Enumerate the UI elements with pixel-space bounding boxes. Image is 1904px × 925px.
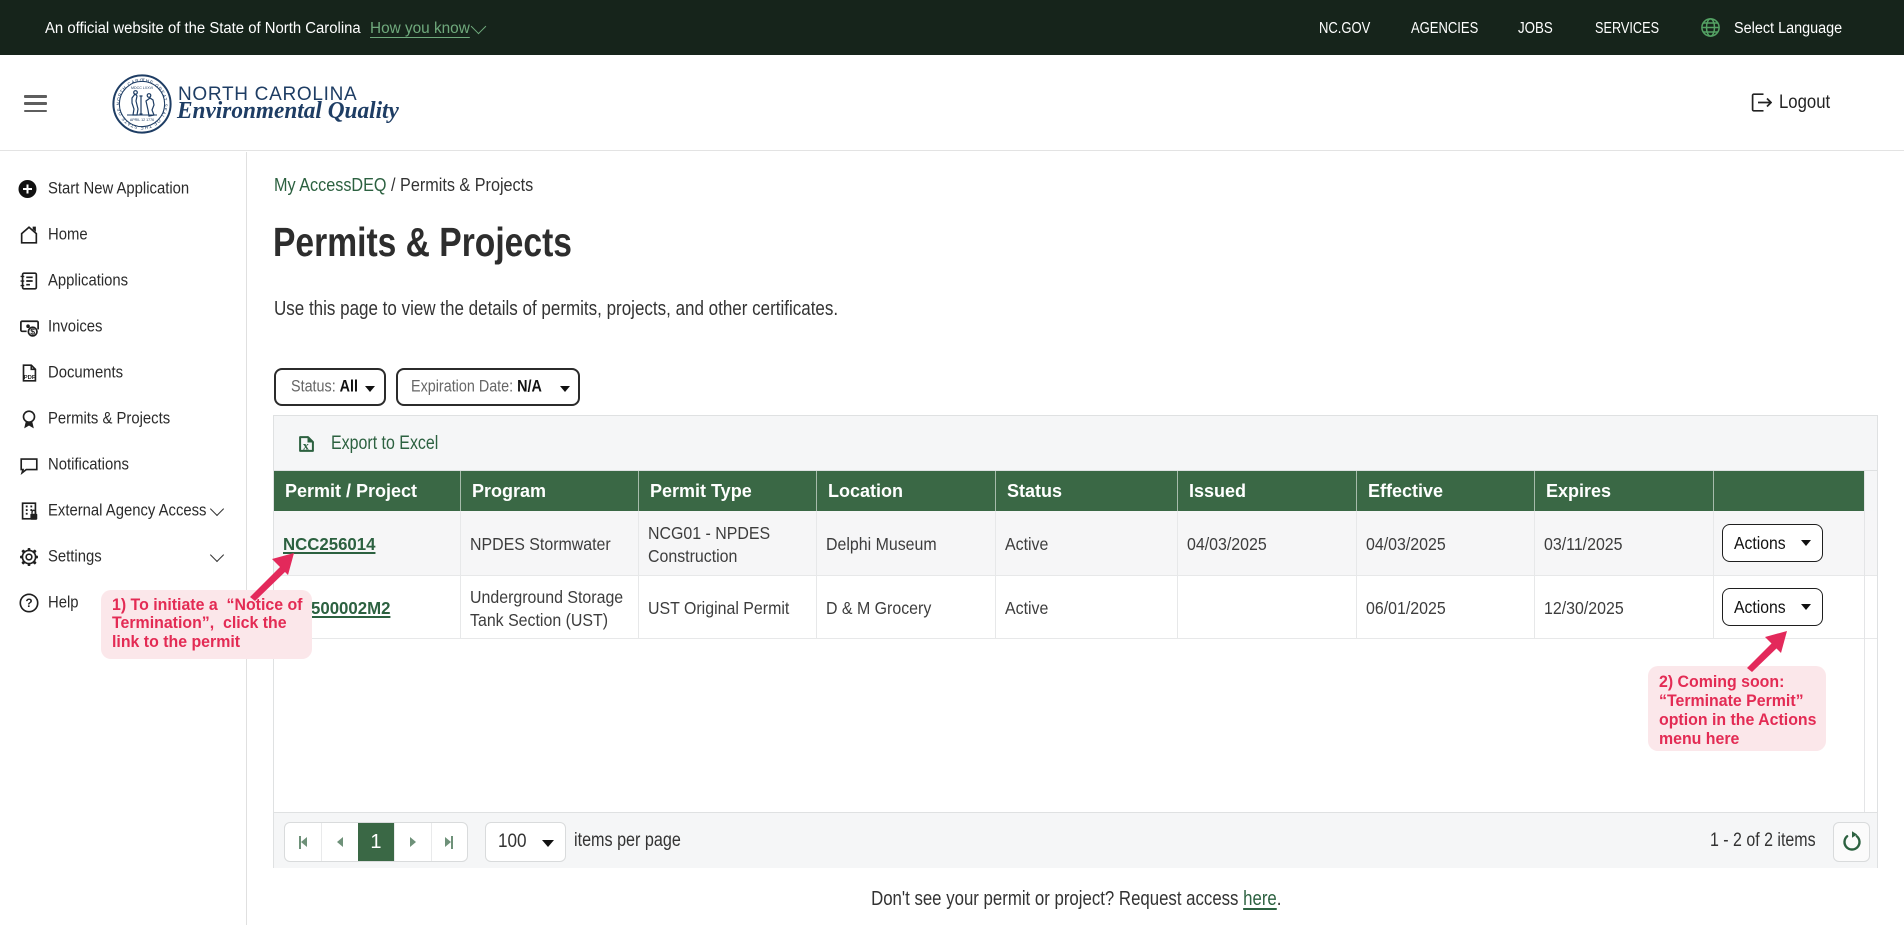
svg-text:MDCC LXXVI: MDCC LXXVI [131, 86, 153, 90]
svg-text:PDF: PDF [24, 374, 36, 380]
svg-text:$: $ [30, 326, 35, 336]
svg-text:?: ? [25, 596, 32, 610]
svg-text:x: x [303, 438, 309, 452]
svg-text:APRIL 12 1776: APRIL 12 1776 [130, 118, 154, 122]
